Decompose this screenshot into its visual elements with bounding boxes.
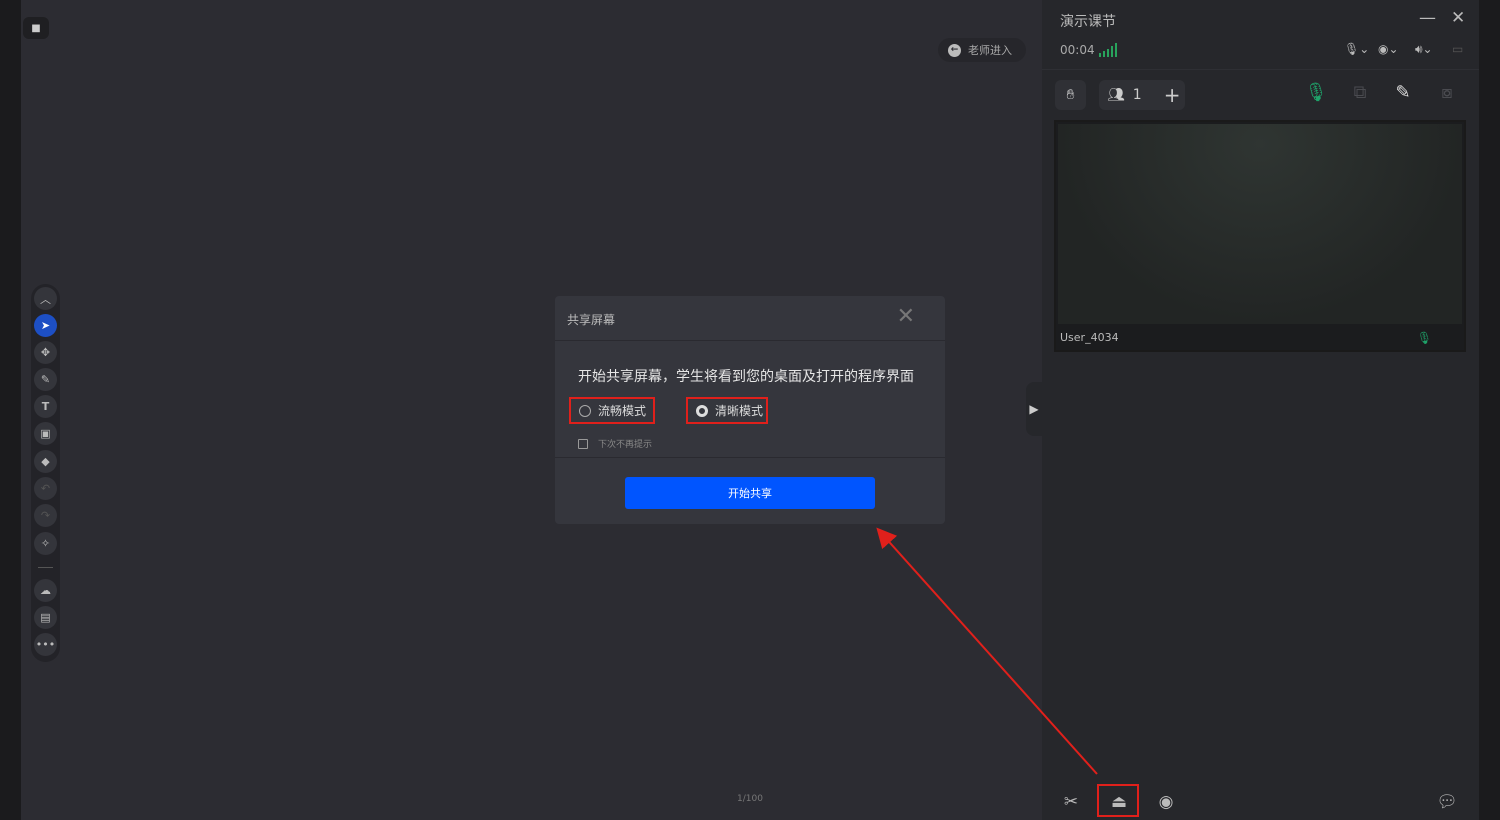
- annotation-arrow: [876, 527, 1098, 775]
